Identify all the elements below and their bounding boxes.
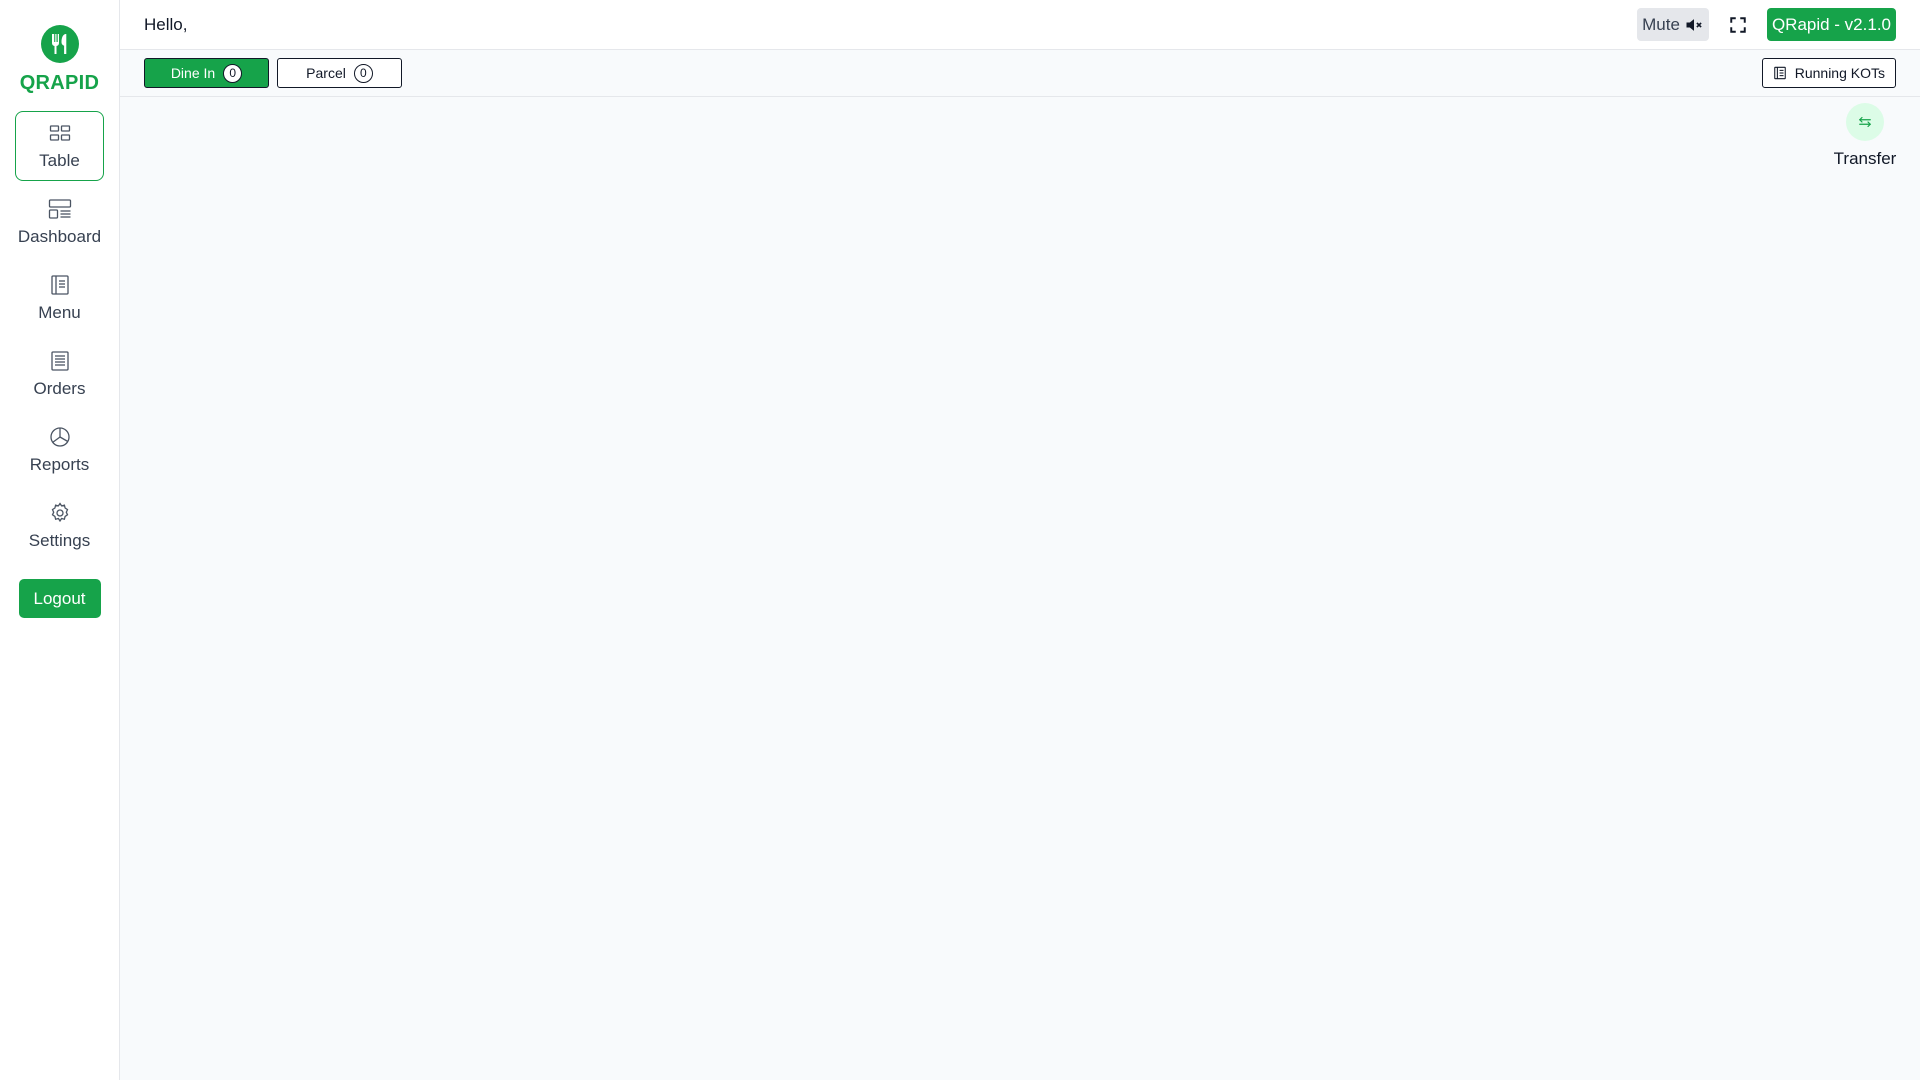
sidebar-item-reports[interactable]: Reports	[15, 415, 104, 485]
speaker-muted-icon	[1686, 18, 1702, 31]
transfer-icon-circle[interactable]	[1846, 103, 1884, 141]
fullscreen-button[interactable]	[1723, 10, 1753, 40]
brand-name: QRAPID	[19, 72, 100, 94]
mute-button[interactable]: Mute	[1637, 8, 1709, 41]
tab-count-badge: 0	[353, 63, 373, 83]
running-kots-label: Running KOTs	[1794, 65, 1885, 81]
receipt-icon	[1773, 66, 1786, 80]
dashboard-icon	[48, 199, 71, 219]
tab-parcel[interactable]: Parcel 0	[277, 58, 402, 88]
sidebar: QRAPID Table Dashboard Menu Orders Repor…	[0, 0, 120, 1080]
sidebar-item-label: Dashboard	[17, 227, 102, 246]
menu-book-icon	[50, 275, 69, 295]
sidebar-item-label: Table	[39, 151, 80, 170]
sidebar-item-orders[interactable]: Orders	[15, 339, 104, 409]
sidebar-nav: Table Dashboard Menu Orders Reports Sett…	[0, 111, 119, 567]
tab-label: Parcel	[306, 65, 346, 81]
tab-count-badge: 0	[223, 63, 243, 83]
sidebar-item-menu[interactable]: Menu	[15, 263, 104, 333]
app-root: QRAPID Table Dashboard Menu Orders Repor…	[0, 0, 1920, 1080]
table-grid-icon	[49, 125, 70, 141]
sidebar-item-label: Menu	[38, 303, 81, 322]
header-actions: Mute QRapid - v2.1.0	[1637, 8, 1896, 41]
gear-icon	[51, 502, 68, 523]
greeting-text: Hello,	[144, 14, 188, 34]
sidebar-item-label: Reports	[29, 455, 90, 474]
order-type-tabbar: Dine In 0 Parcel 0 Running KOTs	[120, 50, 1920, 97]
sidebar-item-label: Settings	[28, 531, 91, 550]
sidebar-item-dashboard[interactable]: Dashboard	[15, 187, 104, 257]
sidebar-item-table[interactable]: Table	[15, 111, 104, 181]
transfer-label: Transfer	[1833, 149, 1897, 168]
transfer-arrows-icon	[1859, 116, 1871, 128]
logout-button[interactable]: Logout	[18, 579, 101, 618]
orders-list-icon	[50, 351, 69, 371]
mute-label: Mute	[1642, 14, 1680, 34]
utensils-logo-icon	[40, 25, 79, 63]
top-header: Hello, Mute QRapid - v2.1.0	[120, 0, 1920, 50]
sidebar-item-settings[interactable]: Settings	[15, 491, 104, 561]
fullscreen-icon	[1730, 16, 1746, 33]
main-content: Transfer	[120, 97, 1920, 1080]
tab-label: Dine In	[170, 65, 216, 81]
sidebar-item-label: Orders	[33, 379, 86, 398]
running-kots-button[interactable]: Running KOTs	[1761, 58, 1896, 88]
tab-dine-in[interactable]: Dine In 0	[144, 58, 269, 88]
pie-chart-icon	[49, 427, 70, 447]
version-badge: QRapid - v2.1.0	[1766, 8, 1896, 41]
transfer-button[interactable]: Transfer	[1830, 103, 1900, 169]
